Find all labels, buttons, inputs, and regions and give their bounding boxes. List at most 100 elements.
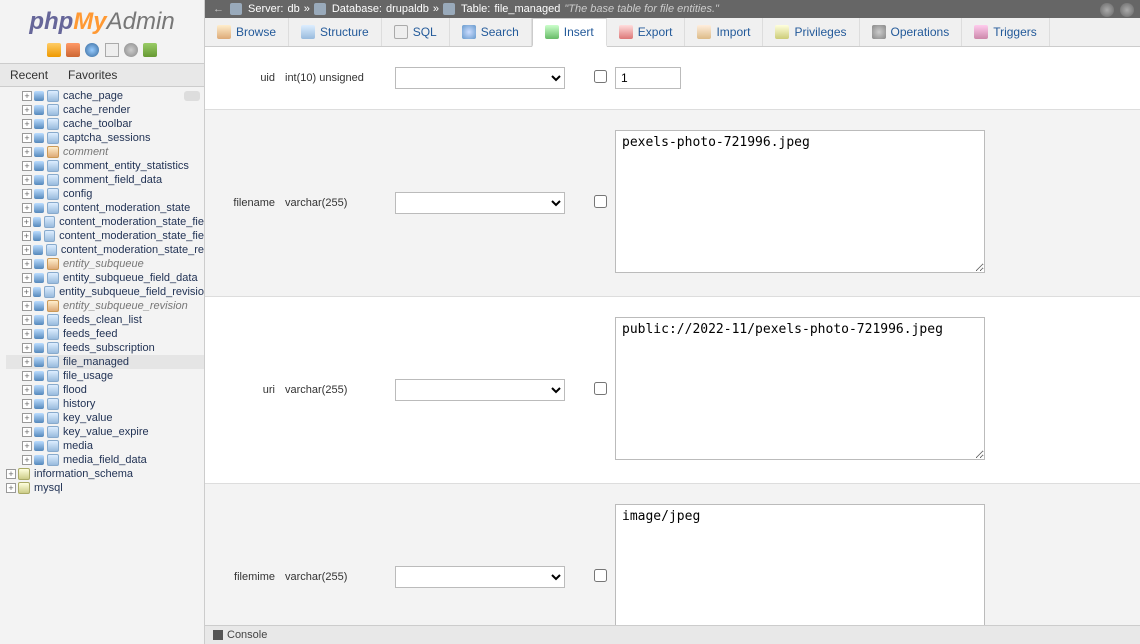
crumb-db[interactable]: drupaldb xyxy=(386,3,429,15)
tree-table-item[interactable]: +media_field_data xyxy=(6,453,204,467)
expand-icon[interactable]: + xyxy=(22,147,32,157)
expand-icon[interactable]: + xyxy=(22,217,31,227)
link-icon[interactable] xyxy=(34,133,44,143)
link-icon[interactable] xyxy=(34,385,44,395)
tab-operations[interactable]: Operations xyxy=(860,18,963,46)
expand-icon[interactable]: + xyxy=(22,315,32,325)
link-icon[interactable] xyxy=(34,259,44,269)
tab-search[interactable]: Search xyxy=(450,18,532,46)
tree-table-item[interactable]: +flood xyxy=(6,383,204,397)
link-icon[interactable] xyxy=(34,399,44,409)
tree-table-item[interactable]: +cache_toolbar xyxy=(6,117,204,131)
link-icon[interactable] xyxy=(34,315,44,325)
navpanel-icon[interactable] xyxy=(105,43,119,57)
tab-export[interactable]: Export xyxy=(607,18,686,46)
logout-icon[interactable] xyxy=(66,43,80,57)
expand-icon[interactable]: + xyxy=(22,343,32,353)
null-checkbox[interactable] xyxy=(594,382,607,395)
tree-table-item[interactable]: +entity_subqueue_field_data xyxy=(6,271,204,285)
link-icon[interactable] xyxy=(34,175,44,185)
tree-table-item[interactable]: +media xyxy=(6,439,204,453)
tree-table-item[interactable]: +history xyxy=(6,397,204,411)
value-textarea[interactable]: public://2022-11/pexels-photo-721996.jpe… xyxy=(615,317,985,460)
tree-table-item[interactable]: +file_managed xyxy=(6,355,204,369)
function-select[interactable] xyxy=(395,379,565,401)
tree-table-item[interactable]: +file_usage xyxy=(6,369,204,383)
tab-favorites[interactable]: Favorites xyxy=(58,64,127,86)
tree-table-item[interactable]: +comment xyxy=(6,145,204,159)
expand-icon[interactable]: + xyxy=(22,231,31,241)
null-checkbox[interactable] xyxy=(594,70,607,83)
link-icon[interactable] xyxy=(34,427,44,437)
value-textarea[interactable]: image/jpeg xyxy=(615,504,985,625)
expand-icon[interactable]: + xyxy=(22,371,32,381)
function-select[interactable] xyxy=(395,566,565,588)
link-icon[interactable] xyxy=(34,343,44,353)
tree-db-item[interactable]: +mysql xyxy=(6,481,204,495)
tree-table-item[interactable]: +feeds_clean_list xyxy=(6,313,204,327)
expand-icon[interactable]: + xyxy=(22,133,32,143)
null-checkbox[interactable] xyxy=(594,195,607,208)
link-icon[interactable] xyxy=(34,91,44,101)
tree-table-item[interactable]: +content_moderation_state_re xyxy=(6,243,204,257)
page-exit-icon[interactable] xyxy=(1120,3,1134,17)
tree-table-item[interactable]: +key_value xyxy=(6,411,204,425)
expand-icon[interactable]: + xyxy=(22,329,32,339)
tree-table-item[interactable]: +entity_subqueue_revision xyxy=(6,299,204,313)
expand-icon[interactable]: + xyxy=(22,455,32,465)
link-icon[interactable] xyxy=(34,161,44,171)
tree-table-item[interactable]: +comment_entity_statistics xyxy=(6,159,204,173)
link-icon[interactable] xyxy=(34,455,44,465)
tree-table-item[interactable]: +comment_field_data xyxy=(6,173,204,187)
reload-icon[interactable] xyxy=(143,43,157,57)
expand-icon[interactable]: + xyxy=(22,301,32,311)
expand-icon[interactable]: + xyxy=(22,175,32,185)
link-icon[interactable] xyxy=(34,105,44,115)
tree-table-item[interactable]: +content_moderation_state_fie xyxy=(6,215,204,229)
expand-icon[interactable]: + xyxy=(22,245,31,255)
link-icon[interactable] xyxy=(34,189,44,199)
link-icon[interactable] xyxy=(34,301,44,311)
tab-recent[interactable]: Recent xyxy=(0,64,58,86)
tab-import[interactable]: Import xyxy=(685,18,763,46)
expand-icon[interactable]: + xyxy=(22,357,32,367)
tab-privileges[interactable]: Privileges xyxy=(763,18,859,46)
home-icon[interactable] xyxy=(47,43,61,57)
expand-icon[interactable]: + xyxy=(22,273,32,283)
value-input[interactable] xyxy=(615,67,681,89)
expand-icon[interactable]: + xyxy=(22,441,32,451)
tree-table-item[interactable]: +entity_subqueue xyxy=(6,257,204,271)
link-icon[interactable] xyxy=(34,357,44,367)
expand-icon[interactable]: + xyxy=(6,469,16,479)
tree-table-item[interactable]: +content_moderation_state xyxy=(6,201,204,215)
crumb-table[interactable]: file_managed xyxy=(494,3,560,15)
tree-table-item[interactable]: +captcha_sessions xyxy=(6,131,204,145)
function-select[interactable] xyxy=(395,192,565,214)
tab-triggers[interactable]: Triggers xyxy=(962,18,1050,46)
link-icon[interactable] xyxy=(33,231,42,241)
logo[interactable]: phpMyAdmin xyxy=(0,0,204,40)
tab-browse[interactable]: Browse xyxy=(205,18,289,46)
expand-icon[interactable]: + xyxy=(22,259,32,269)
settings-icon[interactable] xyxy=(124,43,138,57)
docs-icon[interactable] xyxy=(85,43,99,57)
expand-icon[interactable]: + xyxy=(22,91,32,101)
expand-icon[interactable]: + xyxy=(22,203,32,213)
expand-icon[interactable]: + xyxy=(22,399,32,409)
tree-table-item[interactable]: +entity_subqueue_field_revisio xyxy=(6,285,204,299)
expand-icon[interactable]: + xyxy=(22,385,32,395)
expand-icon[interactable]: + xyxy=(6,483,16,493)
link-icon[interactable] xyxy=(34,273,44,283)
link-icon[interactable] xyxy=(33,287,42,297)
tree-table-item[interactable]: +content_moderation_state_fie xyxy=(6,229,204,243)
expand-icon[interactable]: + xyxy=(22,413,32,423)
tree-table-item[interactable]: +feeds_feed xyxy=(6,327,204,341)
link-icon[interactable] xyxy=(34,441,44,451)
link-icon[interactable] xyxy=(34,119,44,129)
tree-table-item[interactable]: +cache_page xyxy=(6,89,204,103)
null-checkbox[interactable] xyxy=(594,569,607,582)
tab-insert[interactable]: Insert xyxy=(532,18,607,47)
tree-table-item[interactable]: +config xyxy=(6,187,204,201)
console-bar[interactable]: Console xyxy=(205,625,1140,644)
expand-icon[interactable]: + xyxy=(22,287,31,297)
